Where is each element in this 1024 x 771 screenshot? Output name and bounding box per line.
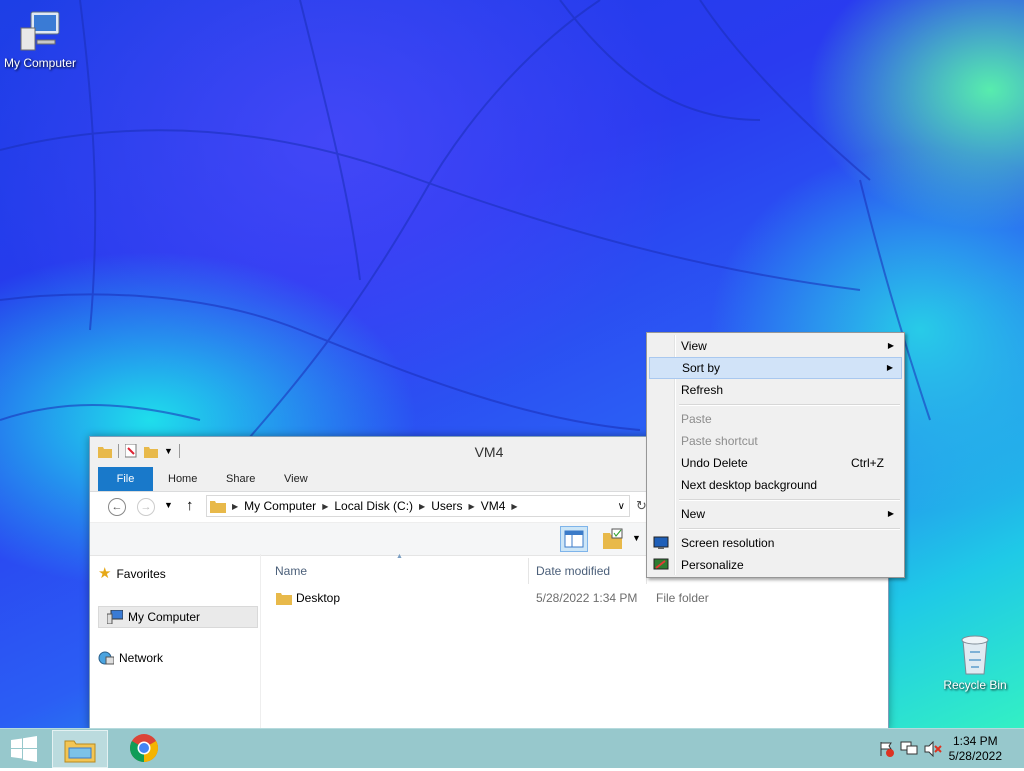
taskbar-file-explorer[interactable]: [52, 730, 108, 768]
star-icon: ★: [98, 565, 112, 582]
menu-item-undo-delete[interactable]: Undo Delete Ctrl+Z: [649, 452, 902, 474]
change-view-icon[interactable]: [602, 528, 624, 550]
chrome-icon: [130, 734, 158, 762]
tab-share[interactable]: Share: [226, 467, 255, 491]
file-list[interactable]: ▲ Name Date modified Desktop 5/28/2022 1…: [270, 553, 888, 729]
volume-muted-icon[interactable]: [924, 741, 942, 757]
monitor-icon: [653, 536, 669, 549]
menu-item-refresh[interactable]: Refresh: [649, 379, 902, 401]
breadcrumb-arrow[interactable]: ▶: [419, 502, 425, 511]
breadcrumb-arrow[interactable]: ▶: [469, 502, 475, 511]
nav-network[interactable]: Network: [98, 648, 163, 668]
menu-item-label: Personalize: [681, 558, 744, 572]
menu-item-label: View: [681, 339, 707, 353]
menu-item-paste-shortcut[interactable]: Paste shortcut: [649, 430, 902, 452]
file-name: Desktop: [296, 591, 341, 605]
desktop-icon-my-computer[interactable]: My Computer: [0, 10, 80, 70]
breadcrumb-item[interactable]: VM4: [481, 499, 506, 513]
menu-item-paste[interactable]: Paste: [649, 408, 902, 430]
menu-item-sort-by[interactable]: Sort by ▶: [649, 357, 902, 379]
menu-item-next-desktop-background[interactable]: Next desktop background: [649, 474, 902, 496]
address-bar[interactable]: ▶ My Computer ▶ Local Disk (C:) ▶ Users …: [206, 495, 630, 517]
folder-icon: [276, 593, 292, 605]
nav-favorites[interactable]: ★ Favorites: [98, 564, 166, 584]
menu-item-label: Undo Delete: [681, 456, 748, 470]
breadcrumb-item[interactable]: Users: [431, 499, 462, 513]
personalize-icon: [653, 558, 669, 570]
breadcrumb-arrow[interactable]: ▶: [232, 502, 238, 511]
column-header-name[interactable]: Name: [275, 564, 307, 578]
submenu-arrow-icon: ▶: [887, 341, 894, 350]
column-divider[interactable]: [528, 558, 529, 584]
tab-view[interactable]: View: [284, 467, 308, 491]
breadcrumb-arrow[interactable]: ▶: [511, 502, 517, 511]
breadcrumb-item[interactable]: Local Disk (C:): [334, 499, 413, 513]
column-header-date-modified[interactable]: Date modified: [536, 564, 610, 578]
address-dropdown-icon[interactable]: ∨: [618, 501, 625, 512]
start-button[interactable]: [0, 730, 48, 768]
computer-icon: [107, 610, 123, 624]
menu-item-label: Sort by: [682, 361, 721, 375]
menu-item-personalize[interactable]: Personalize: [649, 554, 902, 576]
menu-item-label: Screen resolution: [681, 536, 775, 550]
nav-my-computer[interactable]: My Computer: [98, 606, 258, 628]
menu-separator: [679, 528, 900, 530]
desktop-icon-label: Recycle Bin: [943, 678, 1007, 692]
breadcrumb-arrow[interactable]: ▶: [322, 502, 328, 511]
file-row[interactable]: Desktop 5/28/2022 1:34 PM File folder: [274, 588, 874, 608]
menu-item-screen-resolution[interactable]: Screen resolution: [649, 532, 902, 554]
nav-label: My Computer: [128, 610, 201, 624]
menu-item-new[interactable]: New ▶: [649, 503, 902, 525]
back-button[interactable]: ←: [108, 498, 126, 516]
forward-button[interactable]: →: [137, 498, 155, 516]
menu-shortcut: Ctrl+Z: [851, 456, 884, 470]
windows-logo-icon: [11, 736, 37, 762]
menu-item-label: Paste: [681, 412, 712, 426]
clock[interactable]: 1:34 PM 5/28/2022: [949, 734, 1002, 764]
menu-separator: [679, 499, 900, 501]
desktop-icon-label: My Computer: [3, 56, 77, 70]
submenu-arrow-icon: ▶: [886, 363, 893, 372]
preview-pane-button[interactable]: [560, 526, 588, 552]
computer-icon: [20, 11, 60, 51]
menu-item-label: Next desktop background: [681, 478, 818, 492]
menu-item-label: New: [681, 507, 706, 521]
recycle-bin-icon: [961, 635, 989, 675]
menu-separator: [679, 404, 900, 406]
nav-label: Favorites: [116, 567, 166, 581]
sort-indicator-icon: ▲: [396, 553, 403, 560]
submenu-arrow-icon: ▶: [887, 509, 894, 518]
action-center-flag-icon[interactable]: [878, 741, 894, 757]
network-icon[interactable]: [900, 741, 918, 757]
desktop-icon-recycle-bin[interactable]: Recycle Bin: [935, 632, 1015, 692]
taskbar-chrome[interactable]: [116, 730, 172, 768]
tab-file[interactable]: File: [98, 467, 153, 491]
folder-icon: [210, 501, 226, 513]
menu-item-label: Refresh: [681, 383, 724, 397]
breadcrumb-item[interactable]: My Computer: [244, 499, 316, 513]
nav-label: Network: [119, 651, 164, 665]
recent-locations-icon[interactable]: ▼: [164, 500, 173, 510]
tab-home[interactable]: Home: [168, 467, 197, 491]
view-dropdown-icon[interactable]: ▼: [632, 533, 641, 543]
file-date: 5/28/2022 1:34 PM: [536, 591, 638, 605]
menu-item-view[interactable]: View ▶: [649, 335, 902, 357]
taskbar: 1:34 PM 5/28/2022: [0, 728, 1024, 768]
menu-item-label: Paste shortcut: [681, 434, 758, 448]
clock-date: 5/28/2022: [948, 749, 1002, 763]
network-icon: [98, 651, 114, 665]
navigation-pane: ★ Favorites My Computer Network: [90, 554, 261, 729]
file-explorer-icon: [64, 740, 96, 763]
system-tray: 1:34 PM 5/28/2022: [864, 729, 1024, 769]
clock-time: 1:34 PM: [952, 734, 998, 748]
desktop-context-menu: View ▶ Sort by ▶ Refresh Paste Paste sho…: [646, 332, 905, 578]
file-type: File folder: [656, 591, 709, 605]
preview-pane-icon: [564, 530, 584, 548]
up-button[interactable]: ↑: [186, 497, 194, 514]
